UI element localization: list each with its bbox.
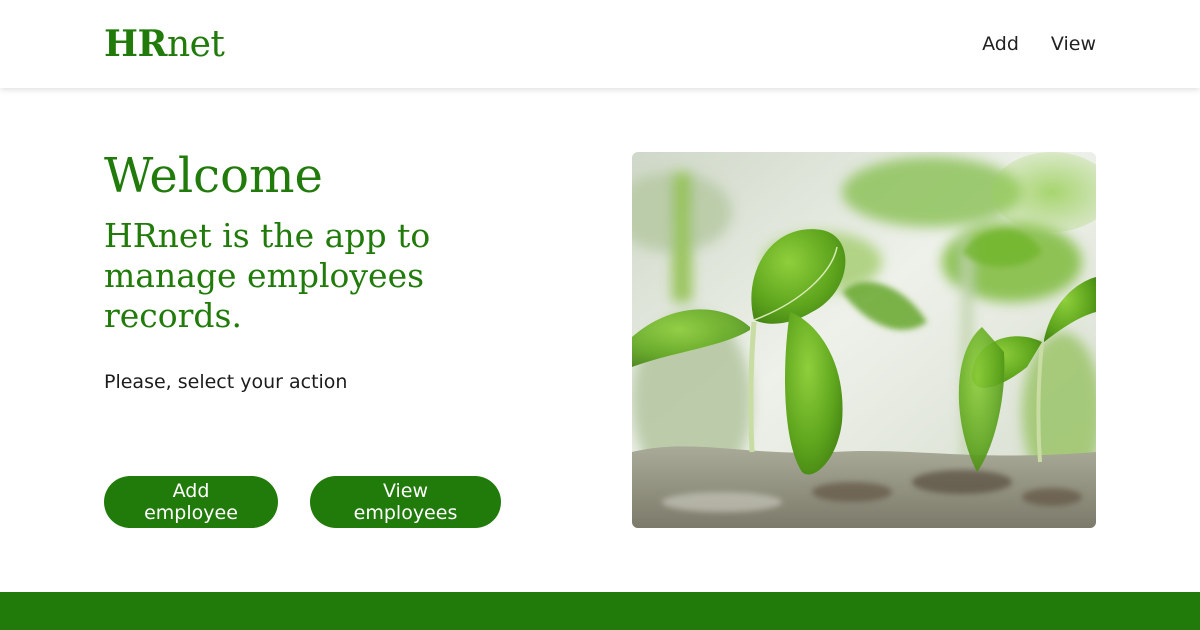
nav-add-link[interactable]: Add — [982, 30, 1019, 58]
seedlings-illustration — [632, 152, 1096, 528]
site-footer — [0, 592, 1200, 630]
view-employees-button[interactable]: View employees — [310, 476, 501, 528]
top-nav: Add View — [982, 30, 1096, 58]
welcome-heading: Welcome — [104, 148, 323, 204]
hrnet-logo[interactable]: HRnet — [104, 22, 225, 67]
home-main: Welcome HRnet is the app to manage emplo… — [0, 88, 1200, 592]
seedlings-hero-image — [632, 152, 1096, 528]
add-employee-button[interactable]: Add employee — [104, 476, 278, 528]
action-prompt: Please, select your action — [104, 371, 348, 393]
logo-net: net — [166, 24, 225, 65]
site-header: HRnet Add View — [0, 0, 1200, 88]
nav-view-link[interactable]: View — [1051, 30, 1096, 58]
logo-hr: HR — [104, 23, 167, 65]
app-tagline: HRnet is the app to manage employees rec… — [104, 216, 431, 335]
